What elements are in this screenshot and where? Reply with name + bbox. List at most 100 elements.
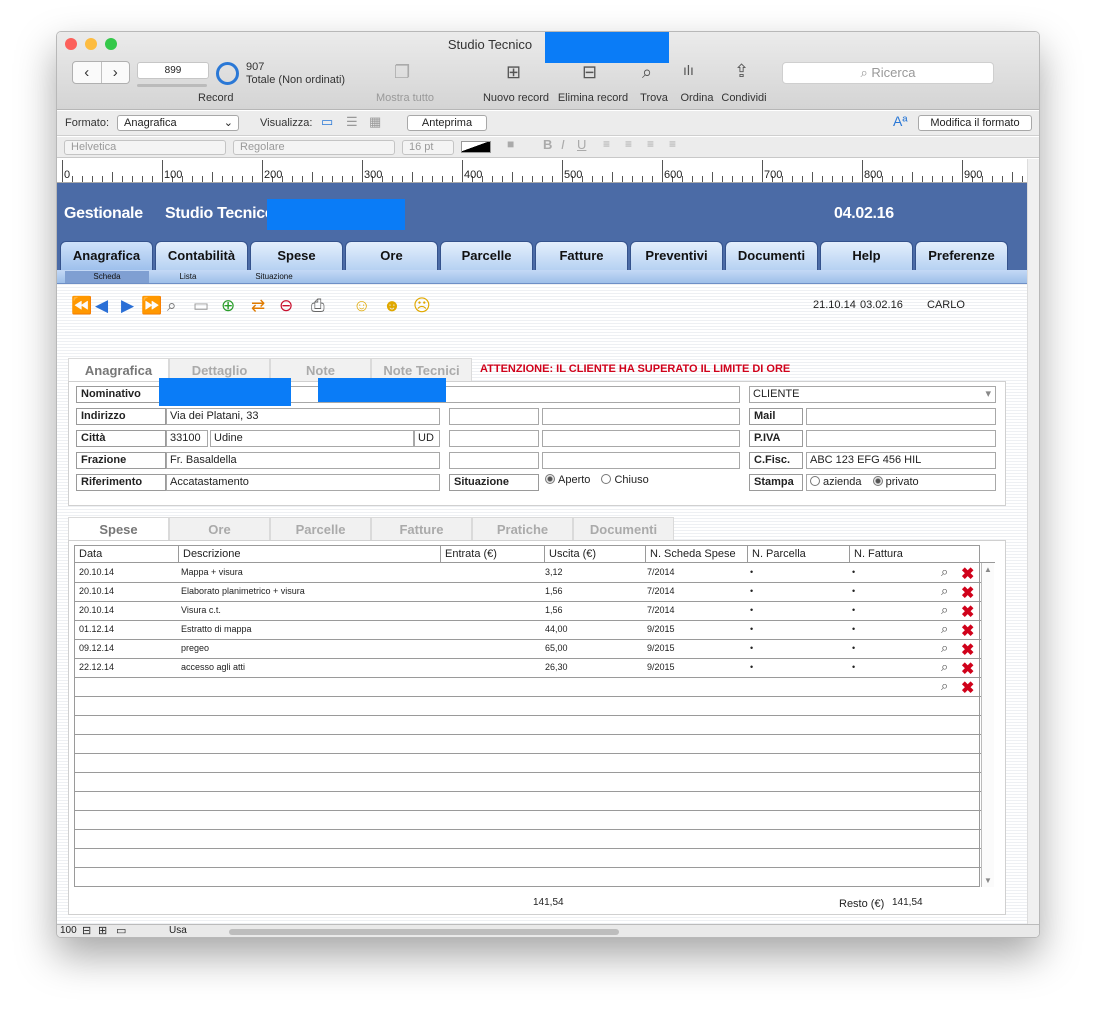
main-tab-6[interactable]: Preventivi — [630, 241, 723, 270]
justify-icon[interactable]: ≡ — [669, 137, 676, 151]
table-scrollbar[interactable]: ▲ ▼ — [981, 563, 994, 887]
table-row[interactable]: 09.12.14 pregeo 65,00 9/2015 • • ⌕ ✖ — [75, 640, 981, 659]
view-row-icon[interactable]: ⌕ — [941, 659, 948, 675]
delete-row-icon[interactable]: ✖ — [961, 602, 974, 622]
align-right-icon[interactable]: ≡ — [647, 137, 654, 151]
delete-row-icon[interactable]: ✖ — [961, 564, 974, 584]
extra-field-1a[interactable] — [449, 408, 539, 425]
col-scheda[interactable]: N. Scheda Spese — [646, 546, 748, 563]
font-size-select[interactable]: 16 pt — [402, 140, 454, 155]
bold-icon[interactable]: B — [543, 137, 552, 152]
citta-field[interactable]: Udine — [210, 430, 414, 447]
zoom-level[interactable]: 100 — [60, 925, 77, 936]
table-row[interactable]: 20.10.14 Elaborato planimetrico + visura 1… — [75, 583, 981, 602]
print-icon[interactable]: ⎙ — [311, 295, 325, 317]
stampa-privato-radio[interactable]: privato — [872, 476, 919, 488]
align-center-icon[interactable]: ≡ — [625, 137, 632, 151]
text-format-icon[interactable]: Aª — [893, 113, 908, 129]
bottom-tab-0[interactable]: Spese — [68, 517, 169, 541]
subtab-scheda[interactable]: Scheda — [65, 271, 149, 283]
bottom-tab-4[interactable]: Pratiche — [472, 517, 573, 541]
sad-face-icon[interactable]: ☹ — [413, 295, 431, 317]
view-row-icon[interactable]: ⌕ — [941, 583, 948, 599]
bottom-tab-1[interactable]: Ore — [169, 517, 270, 541]
view-row-icon[interactable]: ⌕ — [941, 564, 948, 580]
find-button[interactable]: Trova — [636, 92, 672, 104]
stampa-azienda-radio[interactable]: azienda — [810, 476, 862, 488]
view-row-icon[interactable]: ⌕ — [941, 621, 948, 637]
window-scrollbar[interactable] — [1027, 159, 1039, 937]
view-form-icon[interactable]: ▭ — [321, 114, 333, 130]
col-descrizione[interactable]: Descrizione — [179, 546, 441, 563]
table-row[interactable]: 01.12.14 Estratto di mappa 44,00 9/2015 • • ⌕ ✖ — [75, 621, 981, 640]
add-record-icon[interactable]: ⊕ — [221, 295, 235, 317]
horizontal-scrollbar[interactable] — [229, 929, 619, 935]
extra-field-2a[interactable] — [449, 430, 539, 447]
text-color-swatch[interactable] — [461, 141, 491, 153]
view-row-icon[interactable]: ⌕ — [941, 640, 948, 656]
delete-row-icon[interactable]: ✖ — [961, 621, 974, 641]
bottom-tab-3[interactable]: Fatture — [371, 517, 472, 541]
riferimento-field[interactable]: Accatastamento — [166, 474, 440, 491]
delete-row-icon[interactable]: ✖ — [961, 659, 974, 679]
extra-field-3b[interactable] — [542, 452, 740, 469]
format-select[interactable]: Anagrafica ⌄ — [117, 115, 239, 131]
sort-icon[interactable]: ılı — [683, 62, 694, 78]
delete-row-icon[interactable]: ✖ — [961, 583, 974, 603]
preview-button[interactable]: Anteprima — [407, 115, 487, 131]
cfisc-field[interactable]: ABC 123 EFG 456 HIL — [806, 452, 996, 469]
cap-field[interactable]: 33100 — [166, 430, 208, 447]
provincia-field[interactable]: UD — [414, 430, 440, 447]
scroll-down-icon[interactable]: ▼ — [984, 876, 992, 885]
main-tab-1[interactable]: Contabilità — [155, 241, 248, 270]
previous-record-button[interactable]: ‹ — [73, 62, 102, 83]
show-all-button[interactable]: Mostra tutto — [369, 92, 441, 104]
main-tab-9[interactable]: Preferenze — [915, 241, 1008, 270]
new-record-icon[interactable]: ⊞ — [506, 62, 521, 83]
edit-format-button[interactable]: Modifica il formato — [918, 115, 1032, 131]
table-row[interactable]: 20.10.14 Visura c.t. 1,56 7/2014 • • ⌕ ✖ — [75, 602, 981, 621]
show-all-icon[interactable]: ❐ — [394, 62, 410, 83]
zoom-out-icon[interactable]: ⊟ — [82, 924, 91, 937]
font-style-select[interactable]: Regolare — [233, 140, 395, 155]
find-icon[interactable]: ⌕ — [642, 62, 652, 83]
view-table-icon[interactable]: ▦ — [369, 114, 381, 130]
col-fattura[interactable]: N. Fattura — [850, 546, 995, 563]
piva-field[interactable] — [806, 430, 996, 447]
main-tab-5[interactable]: Fatture — [535, 241, 628, 270]
extra-field-2b[interactable] — [542, 430, 740, 447]
main-tab-3[interactable]: Ore — [345, 241, 438, 270]
situazione-aperto-radio[interactable]: Aperto — [545, 474, 590, 486]
detail-tab-0[interactable]: Anagrafica — [68, 358, 169, 382]
subtab-situazione[interactable]: Situazione — [247, 271, 301, 283]
scroll-up-icon[interactable]: ▲ — [984, 565, 992, 574]
extra-field-1b[interactable] — [542, 408, 740, 425]
first-record-icon[interactable]: ⏪ — [71, 295, 92, 317]
sort-button[interactable]: Ordina — [677, 92, 717, 104]
table-row[interactable]: 22.12.14 accesso agli atti 26,30 9/2015 • • ⌕ ✖ — [75, 659, 981, 678]
delete-record-icon[interactable]: ⊖ — [279, 295, 293, 317]
bottom-tab-2[interactable]: Parcelle — [270, 517, 371, 541]
view-list-icon[interactable]: ☰ — [346, 114, 358, 130]
previous-record-icon[interactable]: ◀ — [95, 295, 108, 317]
main-tab-8[interactable]: Help — [820, 241, 913, 270]
zoom-in-icon[interactable]: ⊞ — [98, 924, 107, 937]
bottom-tab-5[interactable]: Documenti — [573, 517, 674, 541]
col-uscita[interactable]: Uscita (€) — [545, 546, 646, 563]
happy-face-icon[interactable]: ☻ — [383, 295, 401, 317]
col-data[interactable]: Data — [75, 546, 179, 563]
main-tab-0[interactable]: Anagrafica — [60, 241, 153, 270]
align-left-icon[interactable]: ≡ — [603, 137, 610, 151]
record-number-field[interactable]: 899 — [137, 62, 209, 79]
cool-face-icon[interactable]: ☺ — [353, 295, 370, 317]
last-record-icon[interactable]: ⏩ — [141, 295, 162, 317]
main-tab-4[interactable]: Parcelle — [440, 241, 533, 270]
indirizzo-field[interactable]: Via dei Platani, 33 — [166, 408, 440, 425]
next-record-icon[interactable]: ▶ — [121, 295, 134, 317]
share-icon[interactable]: ⇪ — [734, 61, 749, 82]
share-button[interactable]: Condividi — [718, 92, 770, 104]
table-row[interactable]: 20.10.14 Mappa + visura 3,12 7/2014 • • ⌕ ✖ — [75, 564, 981, 583]
search-icon[interactable]: ⌕ — [167, 295, 177, 317]
underline-icon[interactable]: U — [577, 137, 586, 152]
delete-record-button[interactable]: Elimina record — [557, 92, 629, 104]
